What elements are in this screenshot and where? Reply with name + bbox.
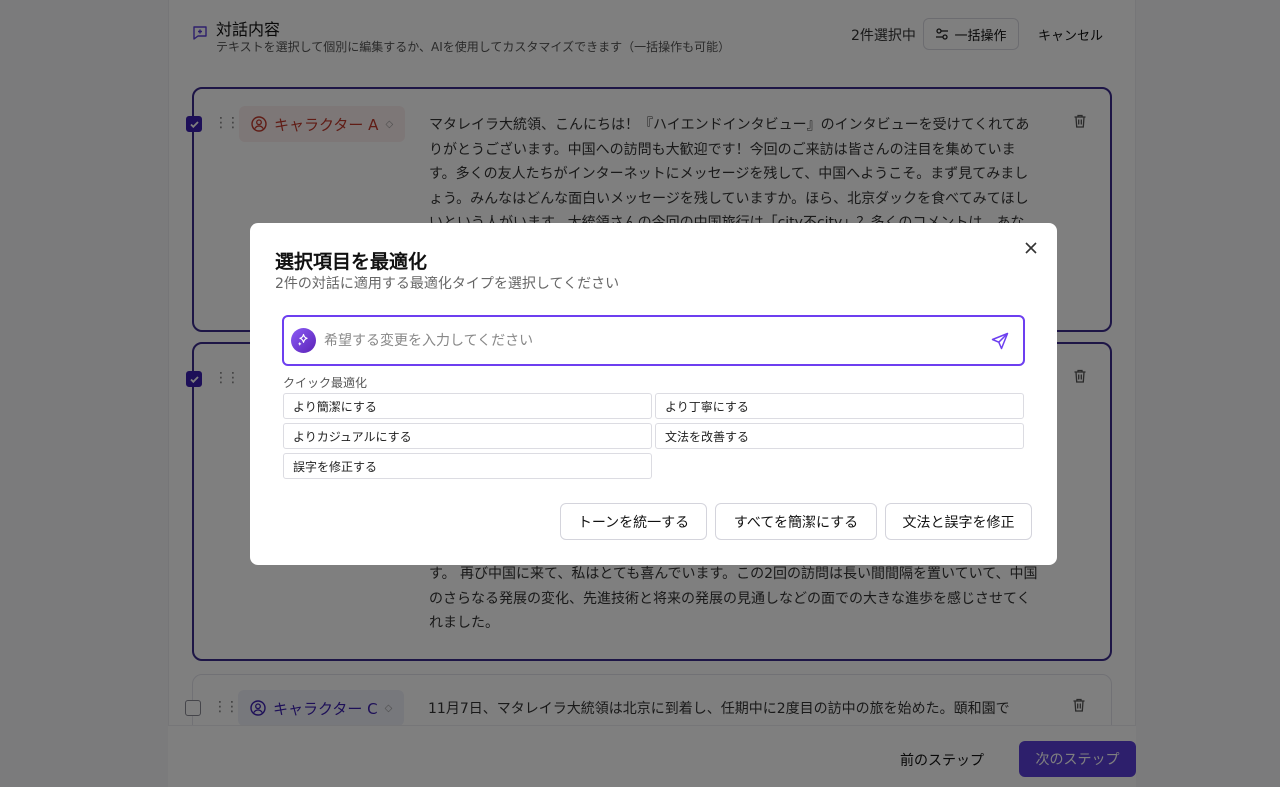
optimize-modal: 選択項目を最適化 2件の対話に適用する最適化タイプを選択してください クイック最… — [250, 223, 1057, 565]
chip-improve-grammar[interactable]: 文法を改善する — [655, 423, 1024, 449]
fix-grammar-typos-button[interactable]: 文法と誤字を修正 — [885, 503, 1032, 540]
close-icon[interactable] — [1023, 240, 1039, 256]
prompt-box — [282, 315, 1025, 366]
send-icon[interactable] — [991, 332, 1009, 350]
unify-tone-button[interactable]: トーンを統一する — [560, 503, 707, 540]
quick-optimize-label: クイック最適化 — [283, 376, 368, 390]
chip-more-concise[interactable]: より簡潔にする — [283, 393, 652, 419]
modal-title: 選択項目を最適化 — [275, 251, 428, 273]
chip-more-casual[interactable]: よりカジュアルにする — [283, 423, 652, 449]
chip-fix-typos[interactable]: 誤字を修正する — [283, 453, 652, 479]
modal-description: 2件の対話に適用する最適化タイプを選択してください — [275, 276, 620, 292]
chip-more-polite[interactable]: より丁寧にする — [655, 393, 1024, 419]
simplify-all-button[interactable]: すべてを簡潔にする — [715, 503, 877, 540]
prompt-input[interactable] — [324, 329, 964, 353]
ai-sparkle-icon — [291, 328, 316, 353]
